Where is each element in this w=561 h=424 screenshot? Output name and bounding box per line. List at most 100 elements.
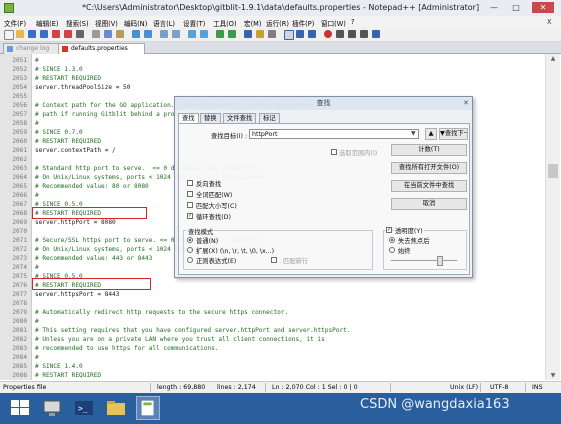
close-button[interactable]: ✕ <box>532 2 554 13</box>
zoom-in-icon[interactable] <box>188 30 196 38</box>
code-line[interactable]: server.httpPort = 8080 <box>35 218 116 227</box>
document-map-icon[interactable] <box>284 30 294 40</box>
play-macro-icon[interactable] <box>348 30 356 38</box>
menu-language[interactable]: 语言(L) <box>153 18 175 28</box>
open-file-icon[interactable] <box>16 30 24 38</box>
find-next-button[interactable]: ▼查找下一个 <box>439 128 468 140</box>
server-manager-icon[interactable] <box>40 396 64 420</box>
scrollbar-thumb[interactable] <box>548 164 558 178</box>
find-what-input[interactable]: httpPort <box>249 129 419 139</box>
notepad-plus-plus-taskbar-icon[interactable] <box>136 396 160 420</box>
indent-guide-icon[interactable] <box>268 30 276 38</box>
wrap-around-checkbox[interactable]: ✓ <box>187 213 193 219</box>
menu-tools[interactable]: 工具(O) <box>213 18 237 28</box>
copy-icon[interactable] <box>104 30 112 38</box>
eol-format[interactable]: Unix (LF) <box>450 384 478 391</box>
menu-plugins[interactable]: 插件(P) <box>292 18 314 28</box>
sync-vertical-icon[interactable] <box>216 30 224 38</box>
close-file-icon[interactable] <box>52 30 60 38</box>
mode-regex-radio[interactable] <box>187 257 193 263</box>
undo-icon[interactable] <box>132 30 140 38</box>
code-line[interactable]: server.httpsPort = 8443 <box>35 290 119 299</box>
menu-file[interactable]: 文件(F) <box>4 18 26 28</box>
find-up-button[interactable]: ▲ <box>425 128 437 140</box>
transparency-slider-track[interactable] <box>391 260 457 261</box>
encoding[interactable]: UTF-8 <box>490 384 508 391</box>
cut-icon[interactable] <box>92 30 100 38</box>
find-all-current-button[interactable]: 在当前文件中查找 <box>391 180 467 192</box>
maximize-button[interactable]: □ <box>508 2 524 13</box>
code-line[interactable]: # <box>35 119 39 128</box>
scroll-up-icon[interactable]: ▲ <box>546 54 560 63</box>
scroll-down-icon[interactable]: ▼ <box>546 371 560 380</box>
paste-icon[interactable] <box>116 30 124 38</box>
trans-lose-focus-radio[interactable] <box>389 237 395 243</box>
transparency-checkbox[interactable]: ✓ <box>386 227 392 233</box>
run-macro-multiple-icon[interactable] <box>360 30 368 38</box>
menu-run[interactable]: 运行(R) <box>266 18 289 28</box>
find-icon[interactable] <box>160 30 168 38</box>
folder-workspace-icon[interactable] <box>308 30 316 38</box>
menu-macro[interactable]: 宏(M) <box>244 18 261 28</box>
menu-edit[interactable]: 编辑(E) <box>36 18 59 28</box>
insert-mode[interactable]: INS <box>532 384 543 391</box>
code-line[interactable]: # <box>35 263 39 272</box>
record-macro-icon[interactable] <box>324 30 332 38</box>
minimize-button[interactable]: — <box>486 2 502 13</box>
redo-icon[interactable] <box>144 30 152 38</box>
in-selection-checkbox[interactable] <box>331 149 337 155</box>
menu-encoding[interactable]: 编码(N) <box>124 18 147 28</box>
code-line[interactable]: # RESTART REQUIRED <box>35 137 101 146</box>
file-explorer-icon[interactable] <box>104 396 128 420</box>
menu-window[interactable]: 窗口(W) <box>321 18 346 28</box>
transparency-slider-thumb[interactable] <box>437 256 443 266</box>
menu-view[interactable]: 视图(V) <box>95 18 118 28</box>
code-line[interactable]: # Recommended value: 80 or 8080 <box>35 182 149 191</box>
code-line[interactable]: # <box>35 353 39 362</box>
word-wrap-icon[interactable] <box>244 30 252 38</box>
menu-help[interactable]: ? <box>351 18 355 26</box>
code-line[interactable]: # This setting requires that you have co… <box>35 326 351 335</box>
code-line[interactable]: # Recommended value: 443 or 8443 <box>35 254 152 263</box>
code-line[interactable]: # RESTART REQUIRED <box>35 371 101 380</box>
code-line[interactable]: # SINCE 1.3.0 <box>35 65 83 74</box>
powershell-icon[interactable]: >_ <box>72 396 96 420</box>
tab-defaults-properties[interactable]: defaults.properties <box>58 43 145 54</box>
code-line[interactable]: # <box>35 317 39 326</box>
save-macro-icon[interactable] <box>372 30 380 38</box>
save-all-icon[interactable] <box>40 30 48 38</box>
show-all-chars-icon[interactable] <box>256 30 264 38</box>
stop-macro-icon[interactable] <box>336 30 344 38</box>
trans-always-radio[interactable] <box>389 247 395 253</box>
sync-horizontal-icon[interactable] <box>228 30 236 38</box>
find-all-opened-button[interactable]: 查找所有打开文件(O) <box>391 162 467 174</box>
replace-icon[interactable] <box>172 30 180 38</box>
cancel-button[interactable]: 取消 <box>391 198 467 210</box>
windows-start-icon[interactable] <box>8 396 32 420</box>
print-icon[interactable] <box>76 30 84 38</box>
close-document-icon[interactable]: X <box>547 18 557 26</box>
menu-search[interactable]: 搜索(S) <box>66 18 89 28</box>
function-list-icon[interactable] <box>296 30 304 38</box>
tab-change-log[interactable]: change log <box>3 43 63 54</box>
match-case-checkbox[interactable] <box>187 202 193 208</box>
code-line[interactable]: server.contextPath = / <box>35 146 116 155</box>
dot-newline-checkbox[interactable] <box>271 257 277 263</box>
code-line[interactable]: server.threadPoolSize = 50 <box>35 83 130 92</box>
close-all-icon[interactable] <box>64 30 72 38</box>
code-line[interactable]: # SINCE 0.7.0 <box>35 128 83 137</box>
save-icon[interactable] <box>28 30 36 38</box>
new-file-icon[interactable] <box>4 30 14 40</box>
vertical-scrollbar[interactable]: ▲ ▼ <box>545 54 560 380</box>
count-button[interactable]: 计数(T) <box>391 144 467 156</box>
backward-checkbox[interactable] <box>187 180 193 186</box>
dropdown-arrow-icon[interactable]: ▼ <box>411 130 416 137</box>
code-line[interactable]: # <box>35 56 39 65</box>
code-line[interactable]: # recommended to use https for all commu… <box>35 344 218 353</box>
mode-normal-radio[interactable] <box>187 237 193 243</box>
code-line[interactable]: # RESTART REQUIRED <box>35 74 101 83</box>
code-line[interactable]: # SINCE 1.4.0 <box>35 362 83 371</box>
whole-word-checkbox[interactable] <box>187 191 193 197</box>
mode-extended-radio[interactable] <box>187 247 193 253</box>
zoom-out-icon[interactable] <box>200 30 208 38</box>
